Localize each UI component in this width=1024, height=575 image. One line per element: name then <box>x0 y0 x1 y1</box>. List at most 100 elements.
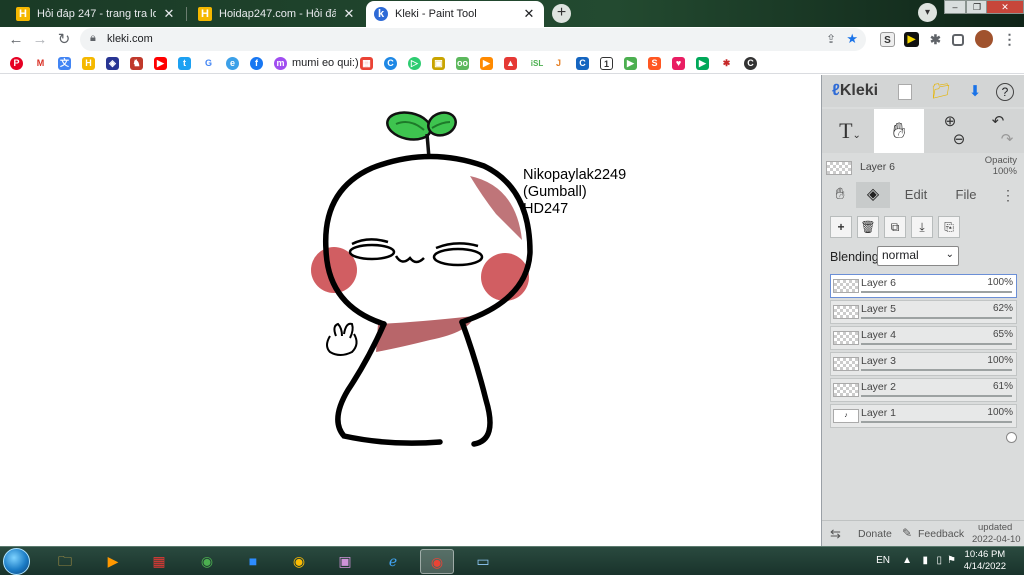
layer-opacity-slider[interactable] <box>1006 432 1017 443</box>
network-icon[interactable]: ⚑ <box>947 555 956 566</box>
bookmark-blue-c-icon[interactable]: C <box>576 57 589 70</box>
bookmark-isl-icon[interactable]: iSL <box>528 57 546 70</box>
signal-icon[interactable]: ▮ <box>922 555 928 566</box>
battery-icon[interactable]: ▯ <box>936 555 942 566</box>
close-window-button[interactable]: ✕ <box>986 0 1024 14</box>
maximize-button[interactable]: ❐ <box>966 0 988 14</box>
chrome-active-icon[interactable]: ◉ <box>420 549 454 574</box>
bookmark-dark-c-icon[interactable]: C <box>744 57 757 70</box>
redo-icon[interactable]: ↷ <box>1001 131 1014 148</box>
bookmark-green-icon[interactable]: oo <box>456 57 469 70</box>
zoom-icon[interactable]: ■ <box>236 549 270 574</box>
duplicate-layer-icon[interactable]: ⧉ <box>884 216 906 238</box>
drawing-canvas[interactable]: Nikopaylak2249 (Gumball) HD247 <box>0 75 821 546</box>
delete-layer-icon[interactable]: 🗑︎ <box>857 216 879 238</box>
bookmark-star-icon[interactable]: ★ <box>846 31 858 47</box>
app-red-icon[interactable]: ▦ <box>142 549 176 574</box>
swap-sides-icon[interactable]: ⇆ <box>830 526 841 542</box>
extension-s-icon[interactable]: S <box>880 32 895 47</box>
tab-hand-icon[interactable]: ✋︎ <box>826 182 854 208</box>
twitter-icon[interactable]: t <box>178 57 191 70</box>
bookmark-one-icon[interactable]: 1 <box>600 57 613 70</box>
open-folder-icon[interactable]: 📁︎ <box>930 81 952 103</box>
bookmark-star-red-icon[interactable]: ✱ <box>720 57 733 70</box>
more-options-icon[interactable]: ⋮ <box>1000 182 1016 208</box>
extensions-puzzle-icon[interactable]: ✱ <box>928 32 943 47</box>
tab-search-button[interactable]: ▾ <box>918 3 937 22</box>
hand-tool-icon[interactable]: ✋︎ <box>874 109 924 153</box>
bookmark-orange-icon[interactable]: ▶ <box>480 57 493 70</box>
chrome-profile-icon[interactable]: ◉ <box>282 549 316 574</box>
window-app-icon[interactable]: ▭ <box>466 549 500 574</box>
new-image-icon[interactable] <box>898 84 912 100</box>
kleki-logo[interactable]: ℓKleki <box>832 82 878 100</box>
merge-layer-icon[interactable]: ⤓ <box>911 216 933 238</box>
translate-icon[interactable]: 文 <box>58 57 71 70</box>
tab-kleki[interactable]: k Kleki - Paint Tool ✕ <box>366 1 544 27</box>
extension-arrow-icon[interactable]: ▶ <box>904 32 919 47</box>
bookmark-j-icon[interactable]: J <box>552 57 565 70</box>
tab-hoidap-online[interactable]: H Hoidap247.com - Hỏi đáp online ✕ <box>190 1 364 27</box>
add-layer-icon[interactable]: + <box>830 216 852 238</box>
back-button[interactable]: ← <box>6 30 26 50</box>
tab-layers-icon[interactable]: ◈ <box>856 182 890 208</box>
show-hidden-icon[interactable]: ▲ <box>902 555 912 566</box>
browser-menu-icon[interactable]: ⋮ <box>1002 32 1017 47</box>
text-tool-icon[interactable]: T⌄ <box>830 109 870 153</box>
close-tab-icon[interactable]: ✕ <box>522 6 536 22</box>
profile-avatar[interactable] <box>975 30 993 48</box>
bookmark-shield-icon[interactable]: ◈ <box>106 57 119 70</box>
file-explorer-icon[interactable]: 🗀︎ <box>48 549 82 574</box>
donate-link[interactable]: Donate <box>858 528 892 540</box>
layer-item[interactable]: ♪ Layer 1 100% <box>830 404 1017 443</box>
bookmark-apps-icon[interactable]: ▦ <box>360 57 373 70</box>
language-indicator[interactable]: EN <box>876 555 890 566</box>
bookmark-meet-icon[interactable]: ▶ <box>624 57 637 70</box>
forward-button[interactable]: → <box>30 30 50 50</box>
youtube-icon[interactable]: ▶ <box>154 57 167 70</box>
toan-app-icon[interactable]: ▣ <box>328 549 362 574</box>
share-icon[interactable]: ⇪ <box>826 32 836 46</box>
address-bar[interactable]: 🔒︎ kleki.com ⇪ ★ <box>80 28 866 51</box>
gmail-icon[interactable]: M <box>34 57 47 70</box>
tab-edit[interactable]: Edit <box>896 182 936 208</box>
lock-icon[interactable]: 🔒︎ <box>90 32 96 45</box>
zoom-in-icon[interactable]: ⊕ <box>944 113 957 130</box>
bookmark-play-icon[interactable]: ▷ <box>408 57 421 70</box>
bookmark-c-icon[interactable]: C <box>384 57 397 70</box>
google-icon[interactable]: G <box>202 57 215 70</box>
internet-explorer-icon[interactable]: ℯ <box>376 549 410 574</box>
tab-file[interactable]: File <box>946 182 986 208</box>
pinterest-icon[interactable]: P <box>10 57 23 70</box>
facebook-icon[interactable]: f <box>250 57 263 70</box>
minimize-button[interactable]: – <box>944 0 966 14</box>
layer-item[interactable]: Layer 6 100% <box>830 274 1017 313</box>
undo-icon[interactable]: ↶ <box>992 113 1005 130</box>
bookmark-yellow-icon[interactable]: ▣ <box>432 57 445 70</box>
clock[interactable]: 10:46 PM 4/14/2022 <box>964 549 1006 573</box>
reload-button[interactable]: ↻ <box>54 30 74 50</box>
bookmark-red-icon[interactable]: ▲ <box>504 57 517 70</box>
tab-hoidap-tra-loi[interactable]: H Hỏi đáp 247 - trang tra loi ✕ <box>8 1 184 27</box>
hoidap-h-icon[interactable]: H <box>82 57 95 70</box>
chrome-icon[interactable]: ◉ <box>190 549 224 574</box>
close-tab-icon[interactable]: ✕ <box>162 6 176 22</box>
side-panel-icon[interactable] <box>952 34 964 46</box>
bookmark-shop-icon[interactable]: S <box>648 57 661 70</box>
new-tab-button[interactable]: + <box>552 4 571 23</box>
bookmark-heart-icon[interactable]: ♥ <box>672 57 685 70</box>
blending-select[interactable]: normal ⌄ <box>877 246 959 266</box>
start-button[interactable] <box>3 548 30 575</box>
help-icon[interactable]: ? <box>996 83 1014 101</box>
bookmark-edge-icon[interactable]: e <box>226 57 239 70</box>
layer-item[interactable]: Layer 5 62% <box>830 300 1017 339</box>
bookmark-video-icon[interactable]: ▶ <box>696 57 709 70</box>
close-tab-icon[interactable]: ✕ <box>342 6 356 22</box>
media-player-icon[interactable]: ▶ <box>96 549 130 574</box>
bookmark-game-icon[interactable]: ♞ <box>130 57 143 70</box>
bookmark-label[interactable]: mumi eo qui:) <box>292 57 359 69</box>
download-icon[interactable]: ⬇ <box>964 81 986 103</box>
messenger-icon[interactable]: m <box>274 57 287 70</box>
rename-layer-icon[interactable]: ⎘ <box>938 216 960 238</box>
feedback-link[interactable]: Feedback <box>918 528 964 540</box>
